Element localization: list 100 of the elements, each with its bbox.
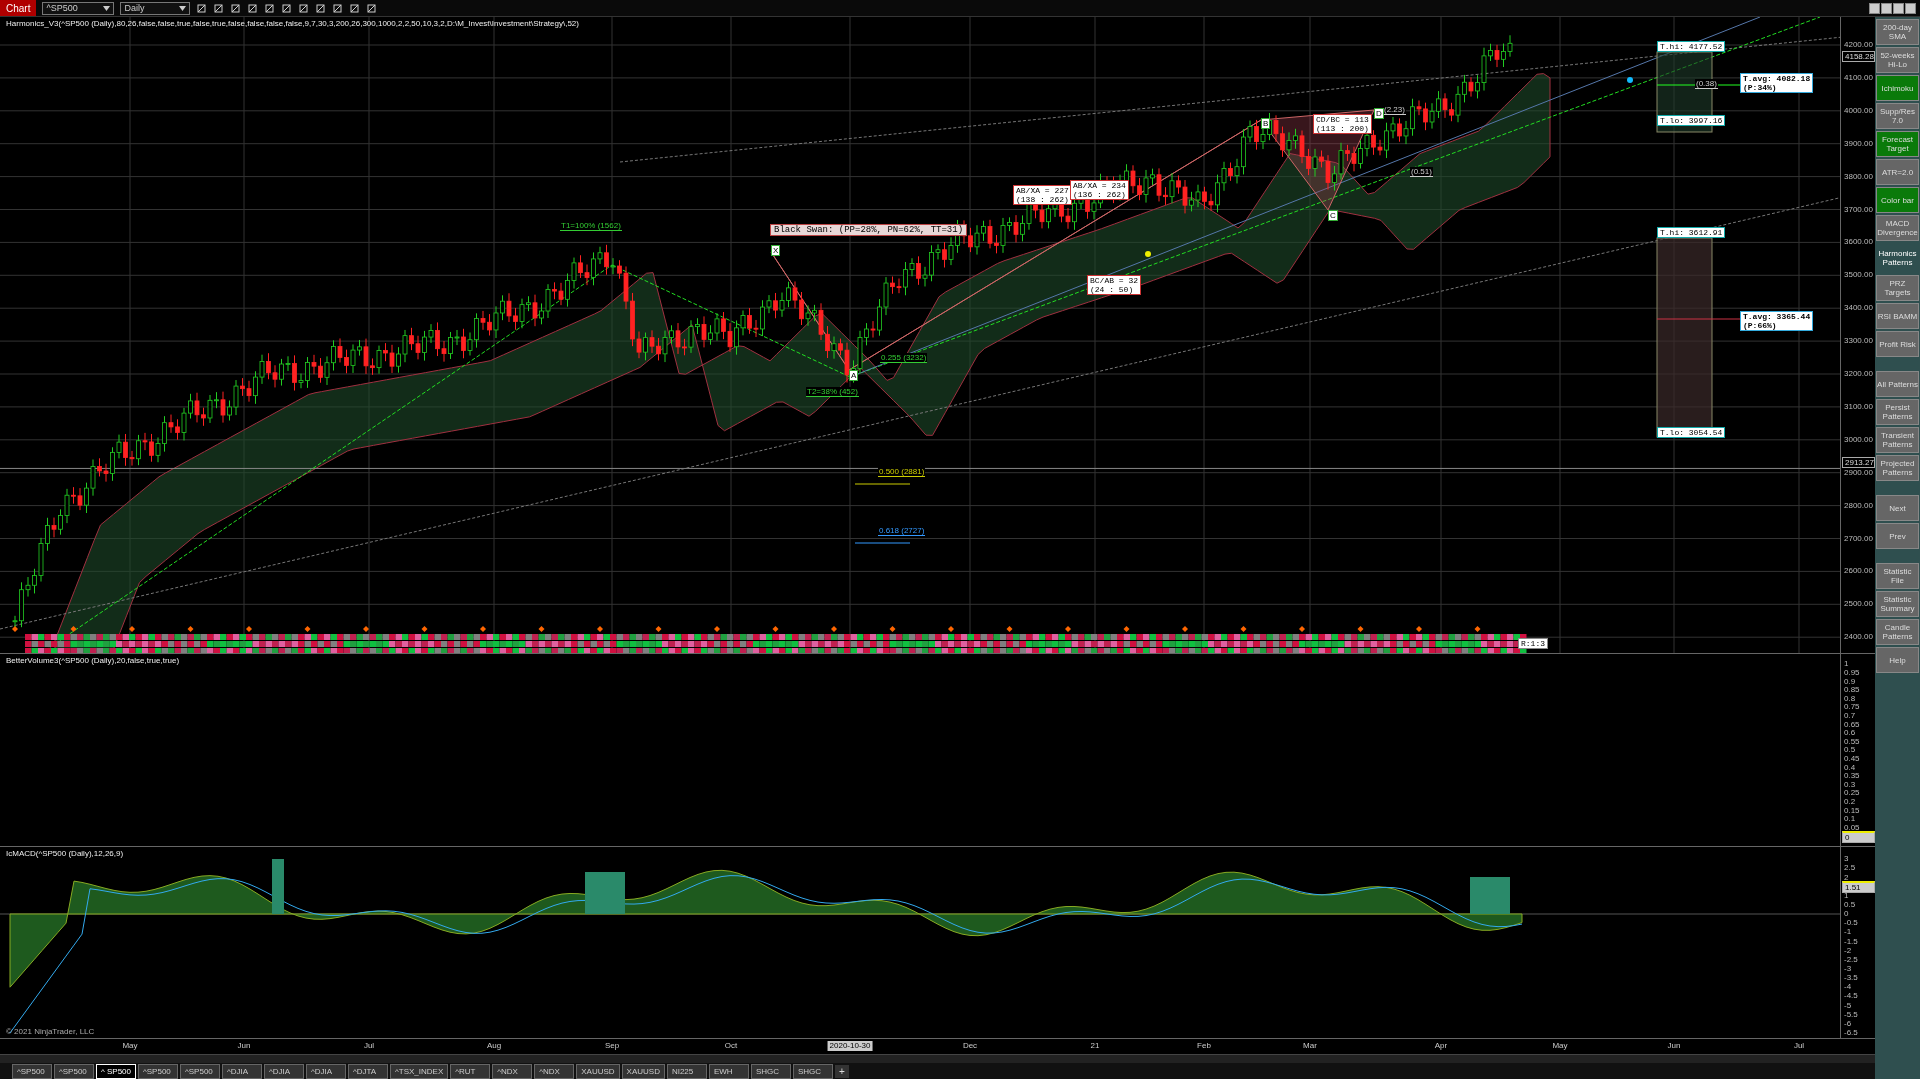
instrument-tab[interactable]: XAUUSD: [576, 1063, 620, 1079]
date-axis-label: Dec: [961, 1041, 979, 1052]
level-label: (0.51): [1410, 167, 1433, 177]
window-control[interactable]: [1869, 2, 1880, 14]
indicator-toggle-button[interactable]: Persist Patterns: [1876, 399, 1919, 425]
target-label: T.avg: 4082.18 (P:34%): [1740, 73, 1814, 93]
instrument-tab[interactable]: ^NDX: [534, 1063, 575, 1079]
axis-tick-label: -1.5: [1844, 937, 1858, 946]
toolbar-tool-icon[interactable]: [315, 2, 327, 14]
date-axis-label: Apr: [1433, 1041, 1449, 1052]
date-axis-label: 2020-10-30: [827, 1041, 873, 1052]
indicator-label: BetterVolume3(^SP500 (Daily),20,false,true,true): [6, 656, 180, 666]
instrument-tab[interactable]: ^DJIA: [306, 1063, 346, 1079]
window-control[interactable]: [1905, 2, 1916, 14]
horizontal-scrollbar[interactable]: [0, 1055, 1875, 1063]
toolbar-tool-icon[interactable]: [298, 2, 310, 14]
level-label: T2=38% (452): [806, 387, 859, 397]
indicator-toggle-button[interactable]: Transient Patterns: [1876, 427, 1919, 453]
indicator-toggle-button[interactable]: RSI BAMM: [1876, 303, 1919, 329]
indicator-toggle-button[interactable]: Statistic Summary: [1876, 591, 1919, 617]
pattern-point-label: B: [1261, 118, 1271, 129]
indicator-toggle-button[interactable]: Help: [1876, 647, 1919, 673]
toolbar-tool-icon[interactable]: [349, 2, 361, 14]
add-tab-button[interactable]: +: [834, 1064, 849, 1078]
divergence-zone: [272, 859, 284, 915]
instrument-tab[interactable]: ^SP500: [138, 1063, 178, 1079]
indicator-toggle-button[interactable]: All Patterns: [1876, 371, 1919, 397]
instrument-tab[interactable]: ^DJIA: [222, 1063, 262, 1079]
window-control[interactable]: [1881, 2, 1892, 14]
indicator-toggle-button[interactable]: Prev: [1876, 523, 1919, 549]
axis-tick-label: 0.35: [1844, 772, 1860, 781]
instrument-tab[interactable]: ^SP500: [180, 1063, 220, 1079]
axis-tick-label: -2.5: [1844, 955, 1858, 964]
axis-tick-label: 3200.00: [1844, 370, 1873, 378]
price-tag: 4158.28: [1842, 50, 1875, 62]
toolbar-tool-icon[interactable]: [366, 2, 378, 14]
instrument-tab[interactable]: ^SP500: [54, 1063, 94, 1079]
instrument-tab[interactable]: ^RUT: [450, 1063, 491, 1079]
indicator-toggle-button[interactable]: Forecast Target: [1876, 131, 1919, 157]
axis-tick-label: 3700.00: [1844, 205, 1873, 214]
indicator-toggle-button[interactable]: Candle Patterns: [1876, 619, 1919, 645]
date-axis-label: Jul: [1792, 1041, 1806, 1052]
instrument-tab[interactable]: ^NDX: [492, 1063, 533, 1079]
date-axis-label: Oct: [723, 1041, 739, 1052]
instrument-tab[interactable]: ^DJTA: [348, 1063, 388, 1079]
indicator-toggle-button[interactable]: Color bar: [1876, 187, 1919, 213]
fib-level-line: [854, 542, 911, 544]
indicator-label: Harmonics_V3(^SP500 (Daily),80,26,false,false,true,false,true,false,false,false,false,9,7,30,3,200,26,300,1000,2,2,50,10,3,2,D:\M_Invest\Investment\Strategy\,52): [6, 19, 579, 28]
indicator-toggle-button[interactable]: Profit Risk: [1876, 331, 1919, 357]
level-label: 0.500 (2881): [878, 467, 926, 477]
toolbar-tool-icon[interactable]: [196, 2, 208, 14]
toolbar-tool-icon[interactable]: [332, 2, 344, 14]
date-axis-label: May: [1551, 1041, 1569, 1052]
indicator-toggle-button[interactable]: ATR=2.0: [1876, 159, 1919, 185]
axis-tick-label: -6.5: [1844, 1029, 1858, 1038]
indicator-toggle-button[interactable]: Statistic File: [1876, 563, 1919, 589]
axis-tick-label: 0.55: [1844, 737, 1860, 746]
axis-tick-label: -4.5: [1844, 992, 1858, 1001]
toolbar-tool-icon[interactable]: [230, 2, 242, 14]
target-label: T.lo: 3054.54: [1657, 427, 1726, 438]
indicator-toggle-button[interactable]: Next: [1876, 495, 1919, 521]
instrument-tab[interactable]: ^DJIA: [264, 1063, 304, 1079]
pattern-point-label: D: [1374, 108, 1384, 119]
axis-tick-label: 0.25: [1844, 789, 1860, 798]
indicator-toggle-button[interactable]: 52-weeks Hi-Lo: [1876, 47, 1919, 73]
axis-tick-label: 2600.00: [1844, 567, 1873, 576]
instrument-tab[interactable]: SHGC: [750, 1063, 791, 1079]
toolbar-tool-icon[interactable]: [247, 2, 259, 14]
instrument-tab[interactable]: SHGC: [792, 1063, 833, 1079]
indicator-toggle-button[interactable]: MACD Divergence: [1876, 215, 1919, 241]
date-axis-label: Sep: [603, 1041, 621, 1052]
indicator-toggle-button[interactable]: 200-day SMA: [1876, 19, 1919, 45]
axis-tick-label: 3400.00: [1844, 304, 1873, 313]
axis-tick-label: 2800.00: [1844, 501, 1873, 510]
ratio-label: CD/BC = 113 (113 : 200): [1313, 114, 1372, 134]
instrument-tab[interactable]: ^SP500: [12, 1063, 52, 1079]
indicator-label: IcMACD(^SP500 (Daily),12,26,9): [6, 849, 124, 859]
instrument-tab[interactable]: NI225: [666, 1063, 707, 1079]
instrument-tab[interactable]: XAUUSD: [621, 1063, 665, 1079]
date-axis-label: Mar: [1302, 1041, 1318, 1052]
indicator-toggle-button[interactable]: Supp/Res 7.0: [1876, 103, 1919, 129]
period-select[interactable]: Daily: [120, 1, 191, 15]
axis-tick-label: 1: [1844, 891, 1849, 900]
level-label: (0.38): [1695, 79, 1718, 89]
axis-tick-label: 0.7: [1844, 712, 1856, 720]
indicator-toggle-button[interactable]: Projected Patterns: [1876, 455, 1919, 481]
instrument-tab[interactable]: EWH: [708, 1063, 749, 1079]
instrument-select[interactable]: ^SP500: [42, 1, 115, 15]
instrument-tab[interactable]: ^TSX_INDEX: [390, 1063, 449, 1079]
toolbar-tool-icon[interactable]: [281, 2, 293, 14]
instrument-tab[interactable]: ^ SP500: [96, 1063, 136, 1079]
date-axis-label: Aug: [485, 1041, 503, 1052]
indicator-toggle-button[interactable]: Ichimoku: [1876, 75, 1919, 101]
window-control[interactable]: [1893, 2, 1904, 14]
toolbar-tool-icon[interactable]: [213, 2, 225, 14]
pattern-point-label: X: [771, 245, 781, 256]
indicator-toggle-button[interactable]: PRZ Targets: [1876, 275, 1919, 301]
axis-tick-label: 0: [1844, 910, 1849, 919]
axis-tick-label: 4200.00: [1844, 41, 1873, 49]
toolbar-tool-icon[interactable]: [264, 2, 276, 14]
